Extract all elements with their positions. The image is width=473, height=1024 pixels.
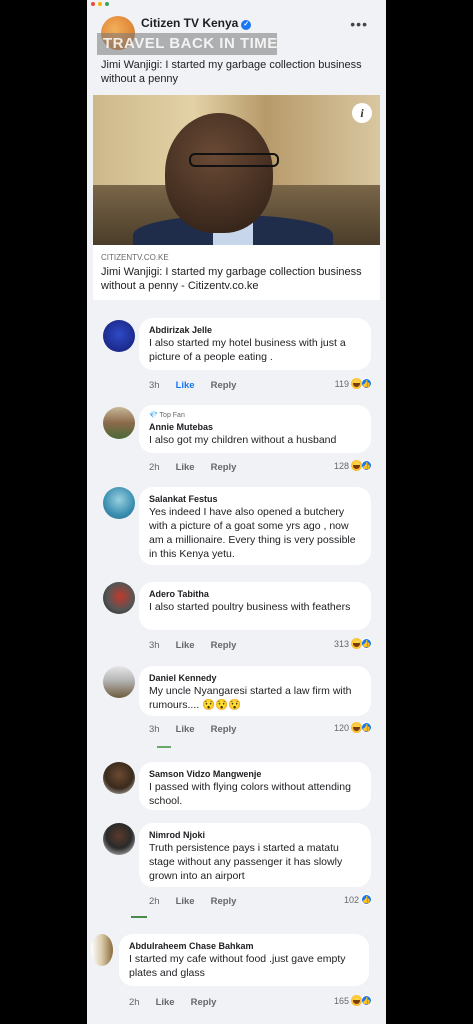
thread-line (131, 916, 147, 918)
like-icon: 👍 (361, 722, 372, 733)
reply-button[interactable]: Reply (211, 896, 237, 907)
comment-bubble: Daniel Kennedy My uncle Nyangaresi start… (139, 666, 371, 716)
comment-actions: 3h Like Reply (149, 640, 236, 651)
comment-author[interactable]: Adero Tabitha (149, 588, 361, 600)
link-preview-card[interactable]: i CITIZENTV.CO.KE Jimi Wanjigi: I starte… (93, 95, 380, 300)
like-button[interactable]: Like (176, 380, 195, 391)
comment-text: I also started poultry business with fea… (149, 601, 351, 613)
like-icon: 👍 (361, 638, 372, 649)
haha-icon (351, 378, 362, 389)
post-header: Citizen TV Kenya ✓ TRAVEL BACK IN TIME ••… (87, 6, 386, 56)
comment-bubble: Abdulraheem Chase Bahkam I started my ca… (119, 934, 369, 986)
comment-bubble: Salankat Festus Yes indeed I have also o… (139, 487, 371, 565)
reaction-count[interactable]: 313 👍 (334, 638, 372, 649)
avatar[interactable] (103, 762, 135, 794)
avatar[interactable] (103, 582, 135, 614)
verified-badge-icon: ✓ (241, 20, 252, 30)
comment-author[interactable]: Abdirizak Jelle (149, 324, 361, 336)
comment-time: 3h (149, 724, 160, 735)
like-button[interactable]: Like (176, 640, 195, 651)
haha-icon (351, 722, 362, 733)
like-button[interactable]: Like (176, 896, 195, 907)
reaction-count[interactable]: 119 👍 (335, 378, 372, 389)
comment-bubble: Adero Tabitha I also started poultry bus… (139, 582, 371, 630)
comment-author[interactable]: Salankat Festus (149, 493, 361, 505)
reaction-count[interactable]: 128 👍 (334, 460, 372, 471)
comment-text: Truth persistence pays i started a matat… (149, 842, 343, 882)
comment-author[interactable]: Samson Vidzo Mangwenje (149, 768, 361, 780)
comment-actions: 3h Like Reply (149, 380, 236, 391)
comment-bubble: Nimrod Njoki Truth persistence pays i st… (139, 823, 371, 887)
more-options-icon[interactable]: ••• (350, 16, 368, 32)
reply-button[interactable]: Reply (211, 724, 237, 735)
comment-time: 3h (149, 640, 160, 651)
comment-author[interactable]: Annie Mutebas (149, 421, 361, 433)
page-name[interactable]: Citizen TV Kenya (141, 16, 238, 30)
comment-text: Yes indeed I have also opened a butchery… (149, 506, 356, 560)
like-icon: 👍 (361, 460, 372, 471)
comment-text: I also started my hotel business with ju… (149, 337, 346, 363)
avatar[interactable] (103, 320, 135, 352)
comment-text: I also got my children without a husband (149, 434, 337, 446)
info-icon[interactable]: i (352, 103, 372, 123)
reply-button[interactable]: Reply (211, 640, 237, 651)
avatar[interactable] (91, 934, 113, 966)
reaction-count[interactable]: 102 👍 (344, 894, 372, 905)
comment-bubble: 💎 Top Fan Annie Mutebas I also got my ch… (139, 405, 371, 453)
link-domain: CITIZENTV.CO.KE (101, 253, 169, 262)
comment-text: I started my cafe without food .just gav… (129, 953, 346, 979)
like-icon: 👍 (361, 894, 372, 905)
comment-text: My uncle Nyangaresi started a law firm w… (149, 685, 352, 711)
comment-author[interactable]: Abdulraheem Chase Bahkam (129, 940, 359, 952)
comment-bubble: Abdirizak Jelle I also started my hotel … (139, 318, 371, 370)
comment-time: 2h (129, 997, 140, 1008)
reply-button[interactable]: Reply (211, 380, 237, 391)
link-preview-image[interactable]: i (93, 95, 380, 245)
avatar[interactable] (103, 487, 135, 519)
haha-icon (351, 460, 362, 471)
reply-button[interactable]: Reply (211, 462, 237, 473)
avatar[interactable] (103, 666, 135, 698)
haha-icon (351, 995, 362, 1006)
haha-icon (351, 638, 362, 649)
comment-actions: 3h Like Reply (149, 724, 236, 735)
page-name-row[interactable]: Citizen TV Kenya ✓ (141, 16, 252, 30)
comment-time: 3h (149, 380, 160, 391)
like-button[interactable]: Like (176, 724, 195, 735)
comment-actions: 2h Like Reply (129, 997, 216, 1008)
comment-time: 2h (149, 462, 160, 473)
like-icon: 👍 (361, 995, 372, 1006)
comment-author[interactable]: Daniel Kennedy (149, 672, 361, 684)
overlay-banner: TRAVEL BACK IN TIME (97, 33, 277, 55)
like-button[interactable]: Like (176, 462, 195, 473)
top-fan-badge: 💎 Top Fan (149, 412, 185, 419)
reaction-count[interactable]: 165 👍 (334, 995, 372, 1006)
post-text: Jimi Wanjigi: I started my garbage colle… (101, 59, 362, 85)
comment-actions: 2h Like Reply (149, 896, 236, 907)
thread-line (157, 746, 171, 748)
facebook-post-screen: Citizen TV Kenya ✓ TRAVEL BACK IN TIME ••… (87, 0, 386, 1024)
avatar[interactable] (103, 407, 135, 439)
link-title[interactable]: Jimi Wanjigi: I started my garbage colle… (101, 265, 371, 293)
like-button[interactable]: Like (156, 997, 175, 1008)
comment-time: 2h (149, 896, 160, 907)
comment-actions: 2h Like Reply (149, 462, 236, 473)
like-icon: 👍 (361, 378, 372, 389)
comment-text: I passed with flying colors without atte… (149, 781, 351, 807)
comment-author[interactable]: Nimrod Njoki (149, 829, 361, 841)
reaction-count[interactable]: 120 👍 (334, 722, 372, 733)
avatar[interactable] (103, 823, 135, 855)
reply-button[interactable]: Reply (191, 997, 217, 1008)
comment-bubble: Samson Vidzo Mangwenje I passed with fly… (139, 762, 371, 810)
